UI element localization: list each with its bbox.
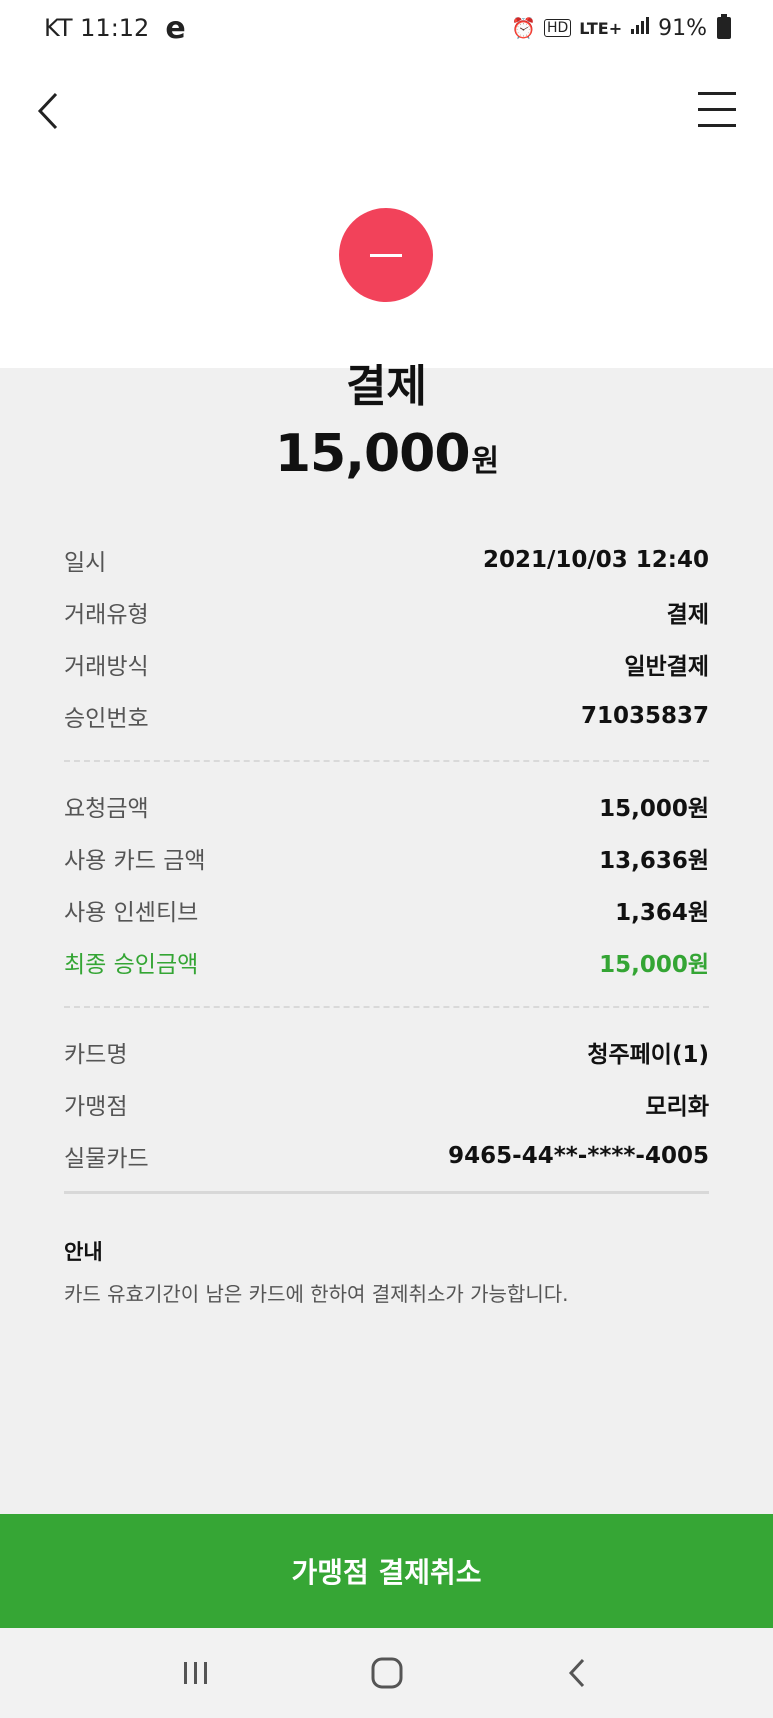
detail-value: 모리화	[645, 1094, 709, 1120]
dashed-divider	[64, 760, 709, 762]
detail-value: 13,636원	[599, 848, 709, 874]
detail-label: 카드명	[64, 1042, 128, 1068]
hd-icon: HD	[543, 19, 572, 37]
transaction-title: 결제	[346, 361, 427, 412]
detail-row-merchant: 가맹점 모리화	[64, 1078, 709, 1130]
detail-row-approval-number: 승인번호 71035837	[64, 690, 709, 742]
transaction-amount: 15,000원	[0, 424, 773, 484]
hamburger-menu-icon	[698, 92, 736, 127]
home-icon	[371, 1657, 402, 1689]
detail-value: 2021/10/03 12:40	[482, 547, 709, 573]
recent-apps-icon	[183, 1662, 207, 1684]
detail-value: 9465-44**-****-4005	[448, 1143, 709, 1169]
status-bar: KT 11:12 e ⏰ HD LTE+ 91%	[0, 0, 773, 56]
home-button[interactable]	[357, 1648, 417, 1698]
alarm-icon: ⏰	[511, 16, 536, 40]
menu-button[interactable]	[692, 90, 740, 130]
detail-row-card-name: 카드명 청주페이(1)	[64, 1026, 709, 1078]
e-icon: e	[165, 10, 186, 46]
merchant-cancel-payment-button[interactable]: 가맹점 결제취소	[0, 1514, 773, 1628]
detail-label: 승인번호	[64, 706, 149, 732]
carrier-time: KT 11:12	[44, 14, 150, 42]
amount-value: 15,000	[274, 424, 471, 484]
detail-value: 15,000원	[599, 952, 709, 978]
detail-value: 1,364원	[615, 900, 709, 926]
amount-unit: 원	[471, 444, 500, 479]
detail-label: 실물카드	[64, 1146, 149, 1172]
detail-row-incentive: 사용 인센티브 1,364원	[64, 884, 709, 936]
header-area	[0, 56, 773, 368]
detail-row-card-amount: 사용 카드 금액 13,636원	[64, 832, 709, 884]
detail-value: 15,000원	[599, 796, 709, 822]
battery-percent: 91%	[658, 15, 707, 41]
detail-row-method: 거래방식 일반결제	[64, 638, 709, 690]
detail-row-type: 거래유형 결제	[64, 586, 709, 638]
solid-divider	[64, 1191, 709, 1194]
detail-label: 가맹점	[64, 1094, 128, 1120]
signal-icon	[630, 15, 650, 41]
detail-label: 최종 승인금액	[64, 952, 199, 978]
dashed-divider	[64, 1006, 709, 1008]
info-text: 카드 유효기간이 남은 카드에 한하여 결제취소가 가능합니다.	[64, 1282, 569, 1306]
detail-value: 71035837	[580, 703, 709, 729]
detail-label: 사용 카드 금액	[64, 848, 206, 874]
info-title: 안내	[64, 1240, 103, 1264]
network-label: LTE+	[579, 18, 623, 38]
recent-apps-button[interactable]	[166, 1648, 226, 1698]
detail-label: 거래유형	[64, 602, 149, 628]
chevron-left-icon	[37, 92, 58, 130]
detail-label: 요청금액	[64, 796, 149, 822]
back-button[interactable]	[30, 86, 74, 136]
detail-row-final-amount: 최종 승인금액 15,000원	[64, 936, 709, 988]
detail-row-requested-amount: 요청금액 15,000원	[64, 780, 709, 832]
detail-value: 결제	[666, 602, 709, 628]
system-nav-bar	[0, 1628, 773, 1718]
battery-icon	[717, 14, 731, 39]
system-back-button[interactable]	[548, 1648, 608, 1698]
detail-row-physical-card: 실물카드 9465-44**-****-4005	[64, 1130, 709, 1182]
back-icon	[568, 1658, 584, 1688]
detail-label: 거래방식	[64, 654, 149, 680]
detail-row-datetime: 일시 2021/10/03 12:40	[64, 534, 709, 586]
detail-label: 일시	[64, 550, 107, 576]
transaction-details: 일시 2021/10/03 12:40 거래유형 결제 거래방식 일반결제 승인…	[64, 534, 709, 1182]
detail-label: 사용 인센티브	[64, 900, 199, 926]
detail-value: 일반결제	[624, 654, 709, 680]
minus-circle-icon	[339, 208, 433, 302]
detail-value: 청주페이(1)	[587, 1042, 709, 1068]
